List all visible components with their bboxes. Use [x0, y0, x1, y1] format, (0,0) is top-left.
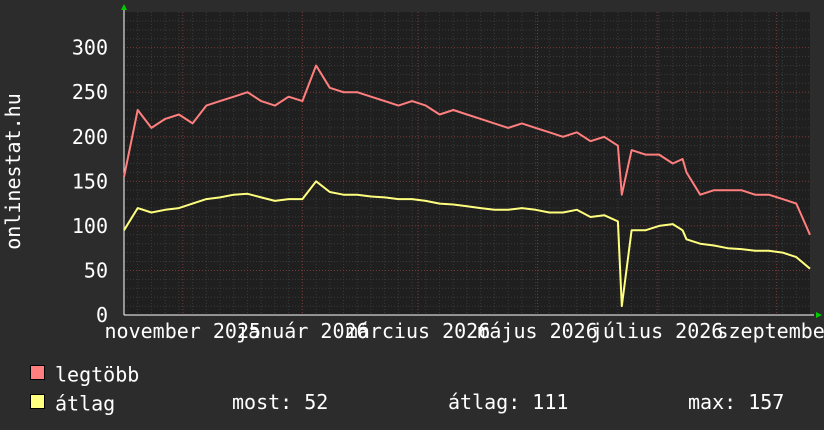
x-tick-label: szeptember [716, 319, 824, 343]
legend-label-legtobb: legtöbb [55, 362, 140, 387]
legend-swatch-legtobb [30, 365, 45, 380]
y-tick-label: 300 [72, 36, 108, 60]
y-axis-arrow [121, 4, 127, 10]
x-tick-label: március 2026 [346, 319, 491, 343]
legend-swatch-atlag [30, 394, 45, 409]
x-tick-label: május 2026 [477, 319, 597, 343]
x-tick-label: július 2026 [591, 319, 723, 343]
y-tick-label: 200 [72, 125, 108, 149]
stat-max: max: 157 [688, 390, 785, 414]
legend-item-atlag: átlag [30, 390, 115, 416]
stat-current: most: 52 [232, 390, 329, 414]
legend-label-atlag: átlag [55, 391, 116, 416]
y-tick-label: 100 [72, 214, 108, 238]
legend-item-legtobb: legtöbb [30, 361, 139, 387]
y-axis-label: onlinestat.hu [1, 93, 25, 250]
y-tick-label: 150 [72, 169, 108, 193]
stat-average: átlag: 111 [448, 390, 569, 414]
chart-root: 0 50 100 150 200 250 300 november 2025 január 20… [0, 0, 824, 430]
y-tick-label: 250 [72, 80, 108, 104]
y-tick-label: 50 [84, 258, 108, 282]
x-axis-arrow [816, 312, 822, 318]
